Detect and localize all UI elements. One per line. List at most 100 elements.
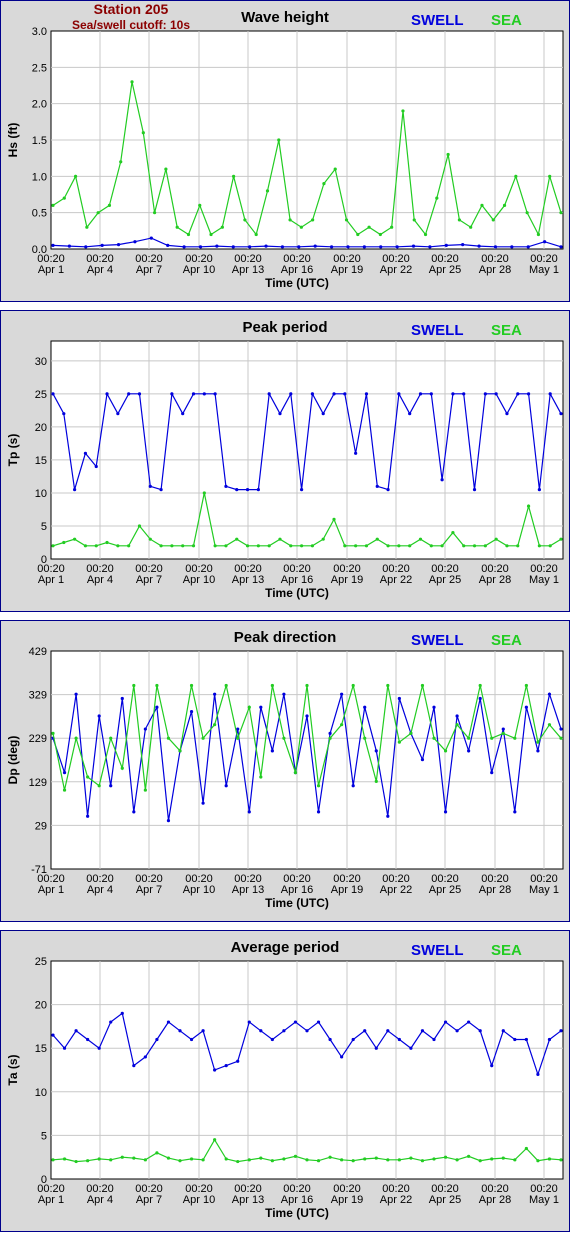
- data-point-swell: [198, 245, 203, 249]
- data-point-swell: [166, 1020, 171, 1024]
- chart-title: Average period: [231, 939, 340, 956]
- data-point-swell: [472, 488, 477, 492]
- y-tick-label: 20: [35, 422, 47, 434]
- x-tick-date: Apr 7: [136, 264, 162, 276]
- plot-area: [50, 650, 564, 870]
- data-point-sea: [310, 544, 315, 548]
- data-point-swell: [513, 1037, 517, 1042]
- data-point-swell: [490, 771, 494, 775]
- data-point-sea: [86, 775, 90, 779]
- data-point-swell: [178, 1029, 182, 1033]
- data-point-swell: [149, 236, 153, 240]
- data-point-swell: [329, 245, 334, 249]
- y-tick-label: 10: [35, 1087, 47, 1099]
- data-point-swell: [289, 392, 293, 396]
- data-point-sea: [62, 788, 67, 792]
- y-axis-title: Tp (s): [6, 434, 20, 467]
- data-point-swell: [536, 749, 540, 753]
- x-tick-date: Apr 19: [331, 884, 363, 896]
- average-period-chart: 051015202500:20Apr 100:20Apr 400:20Apr 7…: [6, 939, 564, 1220]
- data-point-swell: [395, 245, 399, 249]
- data-point-sea: [440, 544, 444, 548]
- data-point-sea: [397, 740, 401, 744]
- x-tick-date: Apr 7: [136, 884, 162, 896]
- station-label: Station 205: [94, 1, 169, 17]
- data-point-sea: [490, 1157, 494, 1161]
- x-tick-date: Apr 22: [380, 1194, 412, 1206]
- legend-sea: SEA: [491, 632, 522, 649]
- data-point-swell: [343, 392, 347, 396]
- data-point-sea: [386, 1158, 390, 1162]
- y-tick-label: 5: [41, 521, 47, 533]
- y-tick-label: 20: [35, 1000, 47, 1012]
- data-point-sea: [443, 1155, 448, 1159]
- data-point-sea: [164, 167, 168, 171]
- data-point-swell: [505, 412, 509, 416]
- legend-swell: SWELL: [411, 632, 464, 649]
- data-point-swell: [51, 1033, 55, 1037]
- plot-area: [50, 960, 564, 1180]
- y-tick-label: 229: [29, 733, 47, 745]
- data-point-sea: [494, 537, 498, 541]
- data-point-sea: [198, 203, 202, 207]
- data-point-sea: [259, 1156, 263, 1160]
- data-point-swell: [278, 412, 282, 416]
- data-point-sea: [73, 537, 77, 541]
- data-point-swell: [191, 392, 196, 396]
- data-point-sea: [83, 544, 88, 548]
- chart-panel-peak-period: 0 5 10 15 20 25 30 00:20 Apr 1 00:20 Apr 4 00:20 Apr…: [0, 310, 570, 612]
- data-point-swell: [182, 245, 186, 249]
- data-point-sea: [446, 152, 450, 157]
- data-point-swell: [155, 1037, 159, 1042]
- data-point-sea: [467, 736, 471, 740]
- data-point-swell: [386, 1029, 390, 1033]
- x-tick-date: Apr 19: [331, 574, 363, 586]
- data-point-swell: [270, 749, 274, 753]
- data-point-sea: [224, 683, 228, 688]
- data-point-sea: [451, 530, 455, 535]
- data-point-sea: [390, 225, 394, 229]
- data-point-swell: [259, 705, 263, 709]
- y-tick-label: 15: [35, 455, 47, 467]
- data-point-sea: [397, 1158, 401, 1162]
- data-point-sea: [181, 544, 185, 548]
- y-tick-label: 5: [41, 1130, 47, 1142]
- x-tick-date: Apr 4: [87, 1194, 113, 1206]
- data-point-sea: [316, 784, 321, 788]
- data-point-sea: [201, 736, 205, 740]
- data-point-sea: [364, 544, 369, 548]
- data-point-sea: [432, 1157, 436, 1161]
- x-tick-date: Apr 19: [331, 264, 363, 276]
- data-point-sea: [224, 1157, 228, 1161]
- data-point-swell: [455, 714, 459, 718]
- x-tick-date: Apr 28: [479, 574, 511, 586]
- data-point-sea: [420, 1159, 425, 1163]
- data-point-sea: [490, 736, 494, 740]
- data-point-swell: [282, 1029, 286, 1033]
- data-point-swell: [305, 1029, 309, 1033]
- data-point-sea: [525, 211, 529, 215]
- data-point-sea: [213, 544, 217, 548]
- data-point-swell: [543, 240, 547, 244]
- data-point-swell: [299, 488, 304, 492]
- data-point-swell: [137, 392, 142, 396]
- data-point-swell: [51, 392, 55, 396]
- data-point-sea: [288, 218, 292, 222]
- y-tick-label: 25: [35, 956, 47, 968]
- data-point-swell: [559, 245, 563, 249]
- data-point-sea: [514, 174, 518, 178]
- data-point-swell: [397, 696, 401, 701]
- data-point-swell: [201, 801, 205, 805]
- data-point-swell: [493, 245, 498, 249]
- data-point-swell: [524, 705, 528, 709]
- data-point-sea: [120, 1155, 124, 1159]
- data-point-sea: [51, 203, 55, 207]
- data-point-sea: [491, 218, 495, 222]
- data-point-swell: [155, 705, 159, 709]
- data-point-sea: [478, 683, 482, 688]
- x-tick-date: Apr 13: [232, 884, 264, 896]
- data-point-swell: [547, 1037, 552, 1042]
- x-tick-date: Apr 25: [429, 264, 461, 276]
- x-tick-date: Apr 1: [38, 264, 64, 276]
- data-point-swell: [510, 245, 514, 249]
